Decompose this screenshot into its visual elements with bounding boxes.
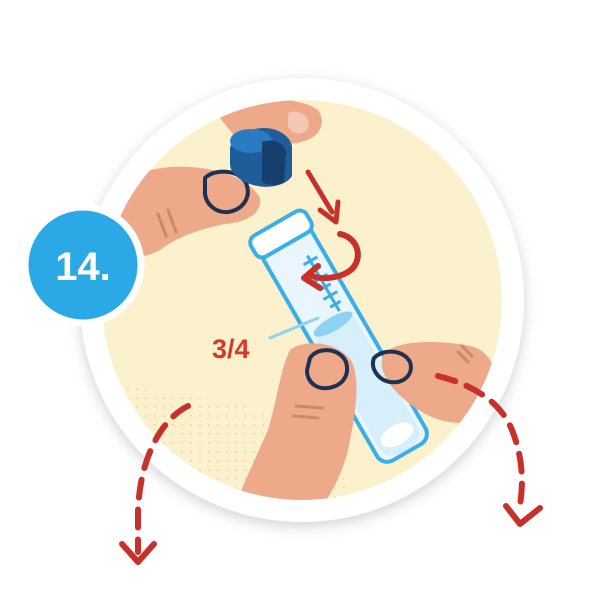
fill-level-label: 3/4 [212,334,250,364]
step-badge: 14. [21,203,145,327]
instruction-illustration: 3/4 14. [0,0,600,600]
step-number: 14. [55,245,111,289]
cap-icon [230,128,292,187]
illustration-svg: 3/4 14. [21,78,543,565]
